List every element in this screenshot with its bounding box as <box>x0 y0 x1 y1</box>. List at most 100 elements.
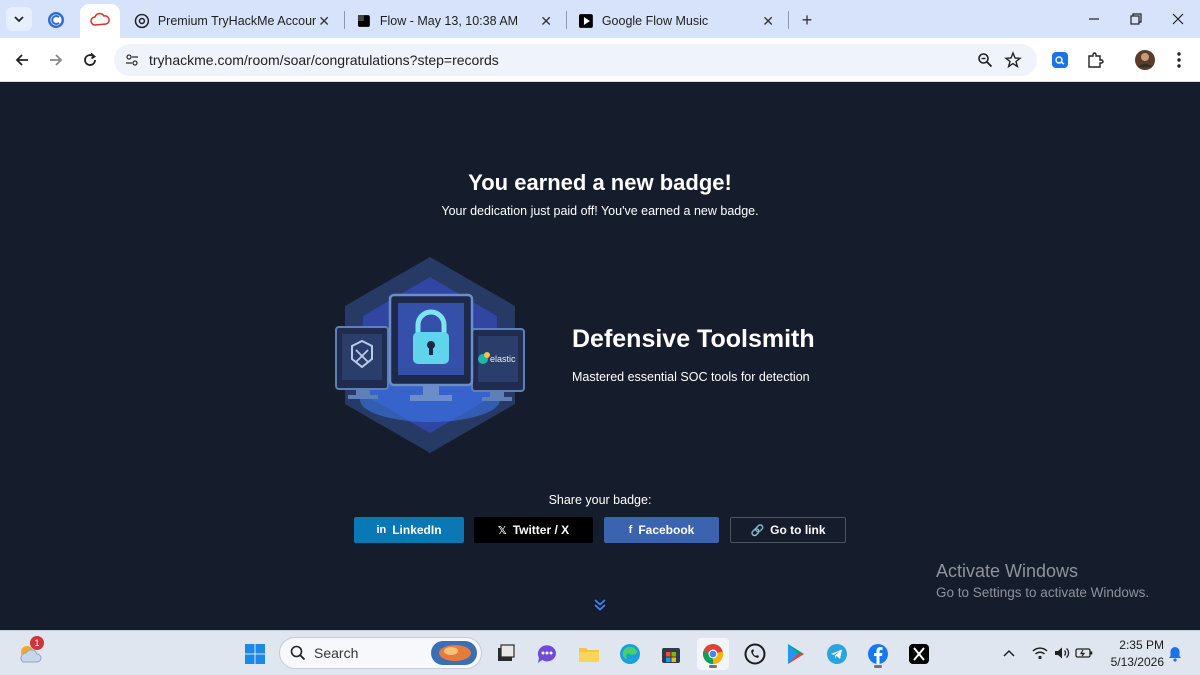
zoom-icon[interactable] <box>974 49 996 71</box>
share-button-label: Facebook <box>638 523 695 537</box>
profile-avatar[interactable] <box>1132 47 1158 73</box>
start-button[interactable] <box>239 638 271 670</box>
taskbar-app-facebook[interactable] <box>862 638 894 670</box>
linkedin-icon: in <box>376 524 387 536</box>
chevron-down-icon <box>14 16 24 23</box>
badge-description: Mastered essential SOC tools for detecti… <box>572 370 810 384</box>
page-content: You earned a new badge! Your dedication … <box>0 82 1200 630</box>
badge-name: Defensive Toolsmith <box>572 325 815 353</box>
close-icon[interactable]: ✕ <box>538 13 554 30</box>
pinned-tab-1[interactable] <box>38 5 74 35</box>
taskbar-app-explorer[interactable] <box>573 638 605 670</box>
weather-widget[interactable]: 1 <box>14 636 46 670</box>
task-view-button[interactable] <box>490 638 522 670</box>
task-view-icon <box>498 644 515 661</box>
cloud-icon <box>90 12 110 26</box>
folder-icon <box>579 648 599 662</box>
search-highlight-icon <box>431 641 477 665</box>
running-indicator <box>874 665 882 668</box>
tab-search-dropdown[interactable] <box>6 7 32 31</box>
taskbar-app-play[interactable] <box>780 638 812 670</box>
copy-link-button[interactable]: 🔗 Go to link <box>730 517 846 543</box>
twitter-share-button[interactable]: 𝕏 Twitter / X <box>474 517 593 543</box>
facebook-icon: f <box>628 524 633 536</box>
linkedin-share-button[interactable]: in LinkedIn <box>354 517 464 543</box>
tab-separator <box>566 11 567 29</box>
search-label: Search <box>314 645 359 661</box>
forward-button[interactable] <box>43 47 69 73</box>
minimize-button[interactable] <box>1074 7 1114 31</box>
badge-image: elastic <box>335 257 525 453</box>
taskbar-app-x[interactable] <box>903 638 935 670</box>
new-tab-button[interactable]: + <box>796 9 818 31</box>
taskbar-app-edge[interactable] <box>614 638 646 670</box>
activate-windows-title: Activate Windows <box>936 561 1079 581</box>
tab-title: Premium TryHackMe Account U <box>157 14 317 28</box>
tab-title: Flow - May 13, 10:38 AM <box>379 14 519 28</box>
bookmark-star-icon[interactable] <box>1002 49 1024 71</box>
restore-button[interactable] <box>1116 7 1156 31</box>
tab-separator <box>788 11 789 29</box>
battery-icon[interactable] <box>1074 642 1094 664</box>
store-icon <box>662 648 680 663</box>
taskbar-app-whatsapp[interactable] <box>739 638 771 670</box>
clock-time: 2:35 PM <box>1119 638 1164 652</box>
clock-date: 5/13/2026 <box>1110 655 1164 669</box>
windows-logo-icon <box>245 644 265 664</box>
more-menu-icon[interactable] <box>1166 47 1192 73</box>
close-icon[interactable]: ✕ <box>760 13 776 30</box>
wifi-icon[interactable] <box>1030 642 1050 664</box>
activate-windows-subtitle: Go to Settings to activate Windows. <box>936 585 1150 600</box>
openai-icon <box>134 13 150 29</box>
x-app-icon <box>909 644 929 664</box>
taskbar-app-telegram[interactable] <box>821 638 853 670</box>
taskbar-app-chrome[interactable] <box>697 638 729 670</box>
close-icon <box>1172 13 1184 25</box>
notification-bell-icon[interactable] <box>1165 643 1185 665</box>
page-subtitle: Your dedication just paid off! You've ea… <box>441 204 759 218</box>
windows-taskbar: 1 Search 2:35 PM 5/13/2026 <box>0 630 1200 675</box>
play-icon <box>578 14 593 28</box>
close-window-button[interactable] <box>1158 7 1198 31</box>
facebook-share-button[interactable]: f Facebook <box>604 517 719 543</box>
taskbar-app-store[interactable] <box>655 638 687 670</box>
restore-icon <box>1130 13 1142 25</box>
share-label: Share your badge: <box>548 493 652 507</box>
chrome-icon <box>702 644 724 664</box>
share-button-label: LinkedIn <box>392 523 442 537</box>
browser-toolbar: tryhackme.com/room/soar/congratulations?… <box>0 38 1200 82</box>
volume-icon[interactable] <box>1052 642 1072 664</box>
extensions-puzzle-icon[interactable] <box>1082 47 1108 73</box>
site-info-icon[interactable] <box>123 51 141 69</box>
tab-active-pinned[interactable] <box>80 4 120 38</box>
notification-badge: 1 <box>30 636 44 650</box>
page-title: You earned a new badge! <box>468 170 732 195</box>
taskbar-search[interactable]: Search <box>279 637 482 669</box>
share-button-label: Go to link <box>770 523 826 537</box>
tab-1[interactable]: Premium TryHackMe Account U ✕ <box>124 4 342 38</box>
chevron-double-down-icon[interactable] <box>590 598 610 612</box>
search-icon <box>290 645 306 661</box>
tab-separator <box>344 11 345 29</box>
tab-bar: Premium TryHackMe Account U ✕ Flow - May… <box>0 0 1200 38</box>
extension-icon[interactable] <box>1047 47 1073 73</box>
share-button-label: Twitter / X <box>512 523 570 537</box>
tab-3[interactable]: Google Flow Music ✕ <box>568 4 786 38</box>
system-clock[interactable]: 2:35 PM 5/13/2026 <box>1100 637 1164 671</box>
url-text[interactable]: tryhackme.com/room/soar/congratulations?… <box>149 52 499 68</box>
address-bar[interactable]: tryhackme.com/room/soar/congratulations?… <box>114 44 1037 76</box>
flow-icon <box>357 15 370 27</box>
tray-overflow-chevron-icon[interactable] <box>999 642 1019 664</box>
arrow-left-icon <box>15 54 28 66</box>
x-icon: 𝕏 <box>497 524 507 537</box>
taskbar-app-copilot[interactable] <box>531 638 563 670</box>
back-button[interactable] <box>9 47 35 73</box>
chat-icon <box>537 645 556 663</box>
reload-button[interactable] <box>77 47 103 73</box>
telegram-icon <box>827 644 847 664</box>
tab-title: Google Flow Music <box>601 14 709 28</box>
tab-2[interactable]: Flow - May 13, 10:38 AM ✕ <box>346 4 564 38</box>
close-icon[interactable]: ✕ <box>316 13 332 30</box>
minimize-icon <box>1089 18 1099 20</box>
play-store-icon <box>788 644 804 664</box>
